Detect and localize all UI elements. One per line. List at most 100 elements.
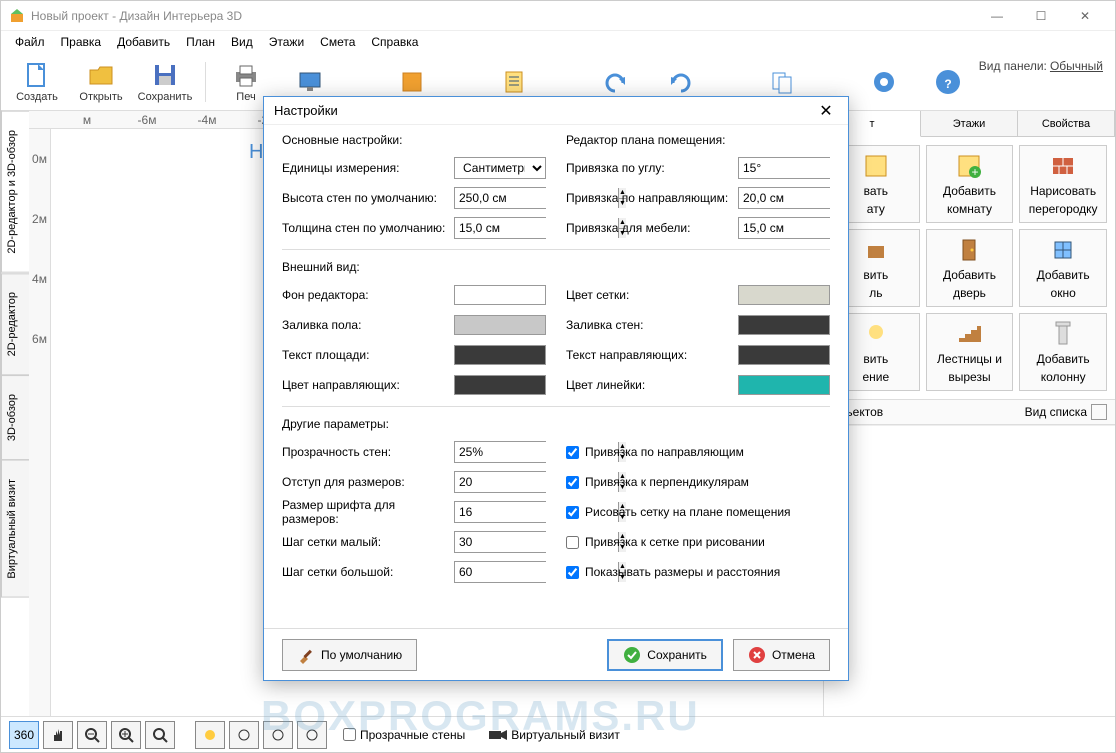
grid-btn-add-window[interactable]: Добавитьокно [1019,229,1107,307]
dim-offset-spinner[interactable]: ▲▼ [454,471,546,493]
right-tabs: т Этажи Свойства [824,111,1115,137]
wall-thickness-spinner[interactable]: ▲▼ [454,217,546,239]
btn-light-1[interactable] [195,721,225,749]
grid-btn-partition[interactable]: Нарисоватьперегородку [1019,145,1107,223]
vtab-2d3d[interactable]: 2D-редактор и 3D-обзор [1,111,29,273]
menu-add[interactable]: Добавить [111,33,176,51]
dialog-close-button[interactable]: ✕ [814,99,838,123]
btn-zoom-out[interactable] [77,721,107,749]
btn-zoom-fit[interactable] [145,721,175,749]
area-text-swatch[interactable] [454,345,546,365]
door-icon [955,236,983,264]
chk-perp[interactable]: Привязка к перпендикулярам [566,467,830,497]
guide-text-swatch[interactable] [738,345,830,365]
tool-settings[interactable] [856,57,912,107]
help-icon: ? [934,68,962,96]
grid-small-spinner[interactable]: ▲▼ [454,531,546,553]
brick-icon [1049,152,1077,180]
chk-show-dims[interactable]: Показывать размеры и расстояния [566,557,830,587]
menu-view[interactable]: Вид [225,33,259,51]
check-icon [623,646,641,664]
floppy-icon [151,61,179,89]
objects-list[interactable] [824,425,1115,716]
btn-light-3[interactable] [263,721,293,749]
grid-btn-stairs[interactable]: Лестницы ивырезы [926,313,1014,391]
window-icon [1049,236,1077,264]
svg-text:+: + [972,165,979,179]
dialog-footer: По умолчанию Сохранить Отмена [264,628,848,680]
grid-large-spinner[interactable]: ▲▼ [454,561,546,583]
btn-light-4[interactable] [297,721,327,749]
menubar: Файл Правка Добавить План Вид Этажи Смет… [1,31,1115,53]
grid-btn-add-door[interactable]: Добавитьдверь [926,229,1014,307]
right-panel: т Этажи Свойства ватьату +Добавитькомнат… [823,111,1115,716]
ruler-color-swatch[interactable] [738,375,830,395]
brush-icon [297,646,315,664]
bottom-toolbar: 360 Прозрачные стены Виртуальный визит [1,716,1115,752]
new-file-icon [23,61,51,89]
btn-zoom-in[interactable] [111,721,141,749]
btn-hand[interactable] [43,721,73,749]
menu-help[interactable]: Справка [365,33,424,51]
grid-color-swatch[interactable] [738,285,830,305]
section-appearance-label: Внешний вид: [282,260,830,274]
vtab-2d[interactable]: 2D-редактор [1,273,29,375]
furniture-snap-spinner[interactable]: ▲▼ [738,217,830,239]
tool-help[interactable]: ? [920,57,976,107]
dialog-body: Основные настройки: Единицы измерения: С… [264,125,848,628]
close-button[interactable]: ✕ [1063,1,1107,31]
folder-open-icon [87,61,115,89]
list-view-label: Вид списка [1025,405,1087,419]
vtab-3d[interactable]: 3D-обзор [1,375,29,460]
dim-font-spinner[interactable]: ▲▼ [454,501,546,523]
chk-grid-snap[interactable]: Привязка к сетке при рисовании [566,527,830,557]
defaults-button[interactable]: По умолчанию [282,639,417,671]
rtab-props[interactable]: Свойства [1018,111,1115,136]
chk-draw-grid[interactable]: Рисовать сетку на плане помещения [566,497,830,527]
light-icon [862,320,890,348]
save-button[interactable]: Сохранить [607,639,723,671]
wall-opacity-spinner[interactable]: ▲▼ [454,441,546,463]
guide-color-swatch[interactable] [454,375,546,395]
units-select[interactable]: Сантиметры [454,157,546,179]
stairs-icon [955,320,983,348]
btn-virtual-visit[interactable]: Виртуальный визит [489,728,620,742]
menu-floors[interactable]: Этажи [263,33,310,51]
menu-estimate[interactable]: Смета [314,33,361,51]
btn-light-2[interactable] [229,721,259,749]
maximize-button[interactable]: ☐ [1019,1,1063,31]
editor-bg-swatch[interactable] [454,285,546,305]
settings-dialog: Настройки ✕ Основные настройки: Единицы … [263,96,849,681]
tool-save[interactable]: Сохранить [137,57,193,107]
chk-guides[interactable]: Привязка по направляющим [566,437,830,467]
tool-open[interactable]: Открыть [73,57,129,107]
actions-grid: ватьату +Добавитькомнату Нарисоватьперег… [824,137,1115,399]
vtab-virtual[interactable]: Виртуальный визит [1,460,29,598]
guide-snap-spinner[interactable]: ▲▼ [738,187,830,209]
menu-edit[interactable]: Правка [55,33,108,51]
tool-create[interactable]: Создать [9,57,65,107]
minimize-button[interactable]: — [975,1,1019,31]
menu-file[interactable]: Файл [9,33,51,51]
cube-icon [398,68,426,96]
svg-text:?: ? [944,77,951,91]
menu-plan[interactable]: План [180,33,221,51]
wall-height-spinner[interactable]: ▲▼ [454,187,546,209]
floor-fill-swatch[interactable] [454,315,546,335]
wall-fill-swatch[interactable] [738,315,830,335]
rtab-floors[interactable]: Этажи [921,111,1018,136]
chk-transparent-walls[interactable]: Прозрачные стены [343,728,465,742]
objects-header: объектов Вид списка [824,399,1115,425]
btn-360[interactable]: 360 [9,721,39,749]
angle-snap-spinner[interactable]: ▲▼ [738,157,830,179]
dialog-title: Настройки [274,103,814,118]
cancel-button[interactable]: Отмена [733,639,830,671]
grid-btn-column[interactable]: Добавитьколонну [1019,313,1107,391]
monitor-icon [296,68,324,96]
notepad-icon [500,68,528,96]
list-view-icon[interactable] [1091,404,1107,420]
camera-icon [489,729,507,741]
panel-mode-link[interactable]: Обычный [1050,59,1103,73]
grid-btn-add-room[interactable]: +Добавитькомнату [926,145,1014,223]
section-main-label: Основные настройки: [282,133,546,147]
